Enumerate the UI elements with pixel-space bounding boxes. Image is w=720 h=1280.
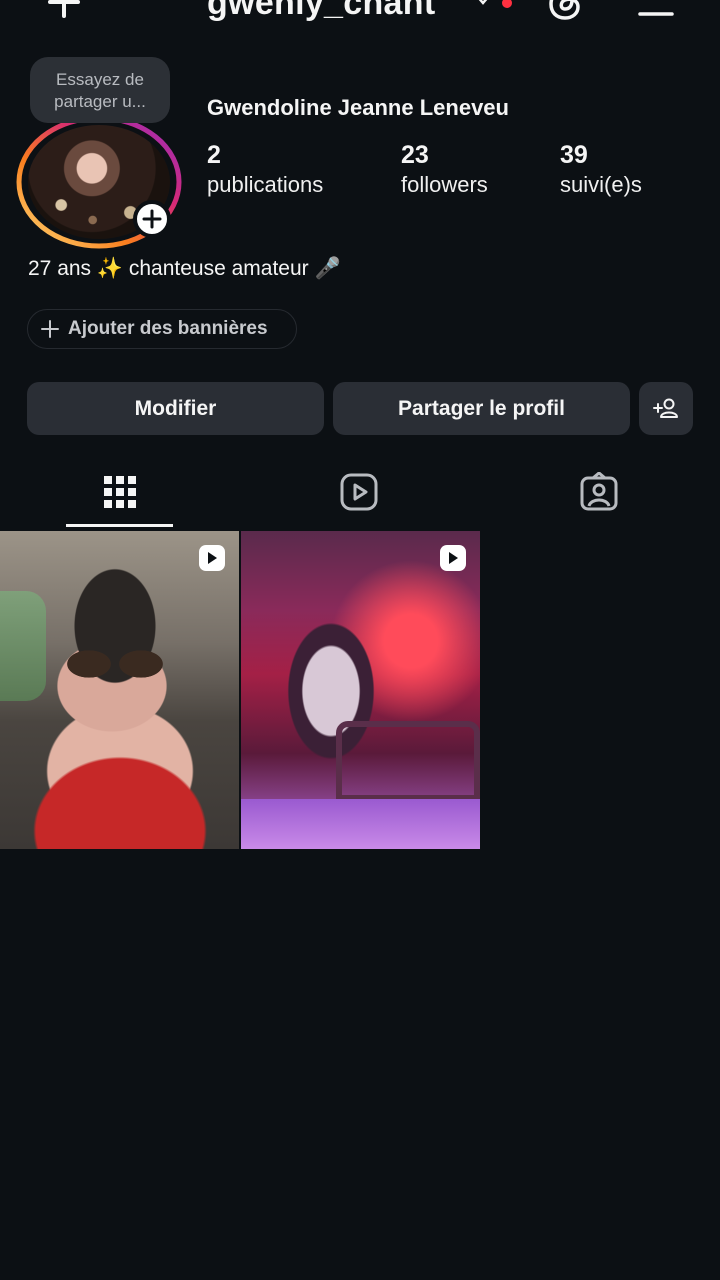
add-banners-label: Ajouter des bannières [68, 318, 268, 339]
stat-value: 2 [207, 141, 221, 169]
tab-posts-grid[interactable] [98, 470, 142, 514]
add-story-button[interactable] [133, 200, 171, 238]
stat-followers[interactable]: 23 followers [401, 140, 488, 200]
edit-profile-button[interactable]: Modifier [27, 382, 324, 435]
stat-publications[interactable]: 2 publications [207, 140, 323, 200]
post-thumbnail[interactable] [241, 531, 480, 849]
stat-label: followers [401, 172, 488, 197]
add-person-icon [653, 398, 678, 418]
stat-label: suivi(e)s [560, 172, 642, 197]
share-tooltip[interactable]: Essayez de partager u... [30, 57, 170, 123]
stat-following[interactable]: 39 suivi(e)s [560, 140, 642, 200]
tooltip-line-2: partager u... [54, 92, 146, 111]
discover-people-button[interactable] [639, 382, 693, 435]
create-plus-icon[interactable] [46, 0, 82, 22]
tab-tagged[interactable] [577, 470, 621, 514]
tooltip-line-1: Essayez de [56, 70, 144, 89]
profile-bio: 27 ans ✨ chanteuse amateur 🎤 [28, 257, 341, 280]
plus-icon [41, 320, 59, 338]
profile-full-name: Gwendoline Jeanne Leneveu [207, 95, 509, 120]
share-profile-label: Partager le profil [398, 396, 565, 420]
edit-profile-label: Modifier [134, 396, 217, 420]
share-profile-button[interactable]: Partager le profil [333, 382, 630, 435]
notification-dot [502, 0, 512, 8]
top-bar: gwenly_chant [0, 0, 720, 36]
stat-value: 39 [560, 141, 588, 169]
post-thumbnail[interactable] [0, 531, 239, 849]
threads-icon[interactable] [546, 0, 584, 22]
profile-username[interactable]: gwenly_chant [207, 0, 435, 23]
chevron-down-icon[interactable] [474, 0, 492, 8]
reel-badge-icon [440, 545, 466, 571]
tab-reels[interactable] [337, 470, 381, 514]
active-tab-indicator [66, 524, 173, 527]
tagged-icon [580, 472, 618, 511]
menu-icon[interactable] [638, 0, 674, 18]
grid-icon [104, 476, 136, 508]
reels-icon [340, 473, 378, 511]
stat-label: publications [207, 172, 324, 197]
profile-tabs [0, 460, 720, 530]
plus-icon [142, 209, 162, 229]
stat-value: 23 [401, 141, 429, 169]
add-banners-button[interactable]: Ajouter des bannières [27, 309, 297, 349]
reel-badge-icon [199, 545, 225, 571]
